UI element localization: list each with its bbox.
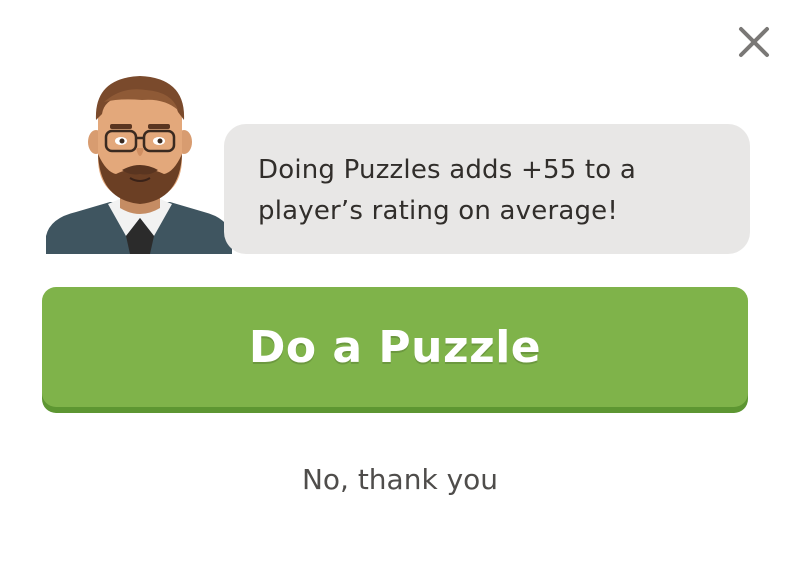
- do-a-puzzle-button-label: Do a Puzzle: [248, 321, 542, 373]
- no-thank-you-button-label: No, thank you: [301, 462, 499, 496]
- close-button[interactable]: [734, 22, 774, 62]
- close-icon: [739, 27, 769, 57]
- do-a-puzzle-button[interactable]: Do a Puzzle: [42, 287, 748, 407]
- puzzle-prompt-dialog: Doing Puzzles adds +55 to a player’s rat…: [0, 0, 800, 574]
- speech-bubble: Doing Puzzles adds +55 to a player’s rat…: [224, 124, 750, 254]
- coach-message-row: Doing Puzzles adds +55 to a player’s rat…: [46, 68, 750, 254]
- no-thank-you-button[interactable]: No, thank you: [250, 452, 550, 506]
- coach-avatar: [46, 76, 232, 254]
- speech-bubble-text: Doing Puzzles adds +55 to a player’s rat…: [258, 155, 637, 226]
